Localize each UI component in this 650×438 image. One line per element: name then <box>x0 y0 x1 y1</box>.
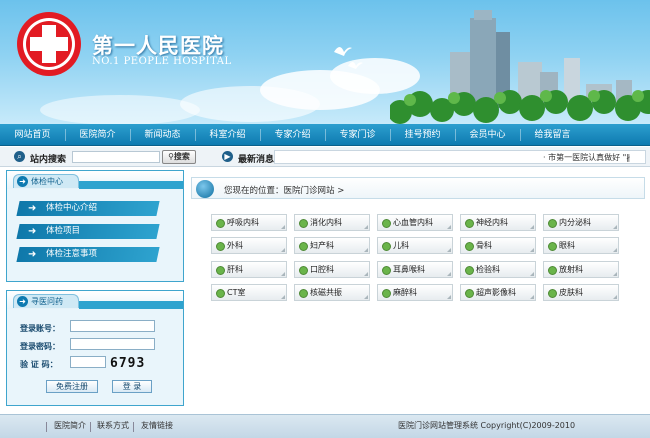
breadcrumb-text: 您现在的位置：医院门诊网站 > <box>224 186 345 196</box>
checkup-panel-tab: ➜ 体检中心 <box>13 174 79 188</box>
dept-button[interactable]: CT室 <box>211 284 287 301</box>
arrow-icon: ➜ <box>28 203 37 214</box>
footer: 医院简介 联系方式 友情链接 医院门诊网站管理系统 Copyright(C)20… <box>0 414 650 438</box>
password-input[interactable] <box>70 338 155 350</box>
dept-button[interactable]: 皮肤科 <box>543 284 619 301</box>
dept-button[interactable]: 麻醉科 <box>377 284 453 301</box>
header-bar <box>79 181 183 189</box>
search-icon: ⌕ <box>14 151 25 162</box>
header-banner: 第一人民医院 NO.1 PEOPLE HOSPITAL <box>0 0 650 124</box>
dept-button[interactable]: 眼科 <box>543 237 619 254</box>
login-panel-header: ➜ 寻医问药 <box>7 291 183 309</box>
footer-link-about[interactable]: 医院简介 <box>54 415 86 437</box>
dept-button[interactable]: 妇产科 <box>294 237 370 254</box>
search-button[interactable]: ⚲搜索 <box>162 150 196 164</box>
nav-experts[interactable]: 专家介绍 <box>260 124 325 145</box>
divider <box>46 422 47 432</box>
checkup-notes-link[interactable]: ➜ 体检注意事项 <box>16 247 160 262</box>
doves-icon <box>334 47 363 69</box>
nav-member[interactable]: 会员中心 <box>455 124 520 145</box>
news-ticker[interactable]: · 市第一医院认真做好 "∦ <box>274 150 646 164</box>
search-bar: ⌕ 站内搜索 ⚲搜索 ▶ 最新消息 · 市第一医院认真做好 "∦ <box>0 147 650 167</box>
dept-button[interactable]: 心血管内科 <box>377 214 453 231</box>
footer-copyright: 医院门诊网站管理系统 Copyright(C)2009-2010 <box>398 421 576 430</box>
checkup-intro-label: 体检中心介绍 <box>46 203 98 213</box>
checkup-items-link[interactable]: ➜ 体检项目 <box>16 224 160 239</box>
main-nav: 网站首页 医院简介 新闻动态 科室介绍 专家介绍 专家门诊 挂号预约 会员中心 … <box>0 124 650 146</box>
dept-button[interactable]: 儿科 <box>377 237 453 254</box>
login-panel-title: 寻医问药 <box>31 297 63 306</box>
nav-message[interactable]: 给我留言 <box>520 124 585 145</box>
dept-button[interactable]: 外科 <box>211 237 287 254</box>
news-label: 最新消息 <box>238 155 275 165</box>
checkup-panel-header: ➜ 体检中心 <box>7 171 183 189</box>
dept-button[interactable]: 超声影像科 <box>460 284 536 301</box>
captcha-image: 6793 <box>110 356 146 371</box>
header-bar <box>79 301 183 309</box>
news-icon: ▶ <box>222 151 233 162</box>
dept-button[interactable]: 呼吸内科 <box>211 214 287 231</box>
search-label: 站内搜索 <box>30 155 67 165</box>
dept-button[interactable]: 口腔科 <box>294 261 370 278</box>
arrow-icon: ➜ <box>28 226 37 237</box>
dept-button[interactable]: 检验科 <box>460 261 536 278</box>
search-button-label: 搜索 <box>173 152 190 161</box>
captcha-input[interactable] <box>70 356 106 368</box>
password-label: 登录密码： <box>20 342 60 351</box>
account-label: 登录账号： <box>20 324 60 333</box>
nav-departments[interactable]: 科室介绍 <box>195 124 260 145</box>
dept-button[interactable]: 耳鼻喉科 <box>377 261 453 278</box>
arrow-circle-icon: ➜ <box>17 296 28 307</box>
nav-about[interactable]: 医院简介 <box>65 124 130 145</box>
divider <box>133 422 134 432</box>
city-skyline-icon <box>390 10 650 124</box>
arrow-circle-icon: ➜ <box>17 176 28 187</box>
checkup-intro-link[interactable]: ➜ 体检中心介绍 <box>16 201 160 216</box>
login-button[interactable]: 登 录 <box>112 380 152 393</box>
nav-news[interactable]: 新闻动态 <box>130 124 195 145</box>
checkup-notes-label: 体检注意事项 <box>46 249 98 259</box>
footer-link-friends[interactable]: 友情链接 <box>141 415 173 437</box>
cloud <box>180 86 320 122</box>
register-button[interactable]: 免费注册 <box>46 380 98 393</box>
search-input[interactable] <box>72 151 160 163</box>
captcha-label: 验 证 码： <box>20 360 58 369</box>
news-ticker-text[interactable]: · 市第一医院认真做好 "∦ <box>543 151 630 163</box>
dept-button[interactable]: 神经内科 <box>460 214 536 231</box>
account-input[interactable] <box>70 320 155 332</box>
site-subtitle: NO.1 PEOPLE HOSPITAL <box>92 56 232 67</box>
dept-button[interactable]: 内分泌科 <box>543 214 619 231</box>
location-globe-icon <box>196 180 214 198</box>
dept-button[interactable]: 消化内科 <box>294 214 370 231</box>
dept-button[interactable]: 核磁共振 <box>294 284 370 301</box>
login-panel-tab: ➜ 寻医问药 <box>13 294 79 308</box>
nav-home[interactable]: 网站首页 <box>0 124 65 145</box>
nav-appointment[interactable]: 挂号预约 <box>390 124 455 145</box>
dept-button[interactable]: 放射科 <box>543 261 619 278</box>
arrow-icon: ➜ <box>28 249 37 260</box>
breadcrumb: 您现在的位置：医院门诊网站 > <box>191 177 645 199</box>
dept-button[interactable]: 肝科 <box>211 261 287 278</box>
checkup-items-label: 体检项目 <box>46 226 81 236</box>
nav-expert-clinic[interactable]: 专家门诊 <box>325 124 390 145</box>
dept-button[interactable]: 骨科 <box>460 237 536 254</box>
checkup-panel-title: 体检中心 <box>31 177 63 186</box>
footer-link-contact[interactable]: 联系方式 <box>97 415 129 437</box>
divider <box>90 422 91 432</box>
cloud <box>40 95 200 124</box>
red-cross-logo-icon <box>17 12 81 76</box>
